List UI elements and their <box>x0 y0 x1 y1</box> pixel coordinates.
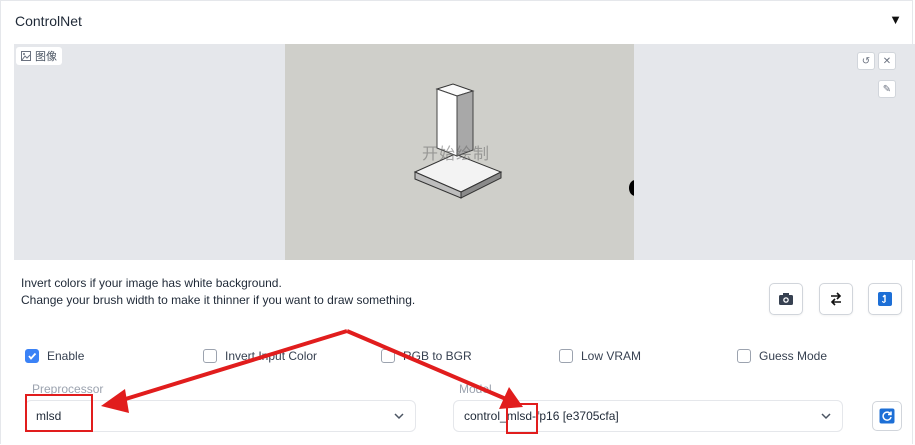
controlnet-panel: ControlNet ▼ 图像 开始绘制 ↺ ✕ ✎ Invert colors… <box>0 0 915 444</box>
invert-input-color-option[interactable]: Invert Input Color <box>203 349 317 363</box>
invert-input-color-checkbox[interactable] <box>203 349 217 363</box>
enable-option[interactable]: Enable <box>25 349 84 363</box>
enable-label: Enable <box>47 349 85 363</box>
clear-button[interactable]: ✕ <box>878 52 896 70</box>
invert-input-color-label: Invert Input Color <box>225 349 318 363</box>
webcam-button[interactable] <box>769 283 803 315</box>
info-line-1: Invert colors if your image has white ba… <box>21 276 282 290</box>
info-text: Invert colors if your image has white ba… <box>21 275 415 309</box>
rgb-to-bgr-option[interactable]: RGB to BGR <box>381 349 472 363</box>
image-icon <box>21 51 31 61</box>
chevron-down-icon <box>821 413 831 420</box>
low-vram-label: Low VRAM <box>581 349 642 363</box>
undo-button[interactable]: ↺ <box>857 52 875 70</box>
sketch-canvas[interactable]: 开始绘制 <box>285 44 634 260</box>
image-input-area[interactable]: 图像 开始绘制 ↺ ✕ ✎ <box>14 44 915 260</box>
refresh-models-button[interactable] <box>872 401 902 431</box>
rgb-to-bgr-checkbox[interactable] <box>381 349 395 363</box>
rgb-to-bgr-label: RGB to BGR <box>403 349 472 363</box>
guess-mode-label: Guess Mode <box>759 349 828 363</box>
image-label-text: 图像 <box>35 51 57 63</box>
close-icon: ✕ <box>882 55 892 67</box>
checkmark-icon <box>28 352 37 360</box>
low-vram-option[interactable]: Low VRAM <box>559 349 641 363</box>
model-value: control_mlsd-fp16 [e3705cfa] <box>464 409 619 423</box>
send-dimensions-button[interactable] <box>868 283 902 315</box>
canvas-overlay-text: 开始绘制 <box>422 146 491 163</box>
send-dimensions-icon <box>878 292 892 306</box>
refresh-icon <box>879 408 895 424</box>
mirror-webcam-button[interactable] <box>819 283 853 315</box>
undo-icon: ↺ <box>861 55 871 67</box>
annotation-box-model <box>506 403 538 434</box>
enable-checkbox[interactable] <box>25 349 39 363</box>
collapse-toggle-icon[interactable]: ▼ <box>889 12 902 27</box>
chevron-down-icon <box>394 413 404 420</box>
swap-icon <box>830 292 842 306</box>
low-vram-checkbox[interactable] <box>559 349 573 363</box>
image-label: 图像 <box>16 47 62 65</box>
info-line-2: Change your brush width to make it thinn… <box>21 293 416 307</box>
panel-title: ControlNet <box>15 13 82 29</box>
guess-mode-checkbox[interactable] <box>737 349 751 363</box>
model-label: Model <box>459 382 492 396</box>
guess-mode-option[interactable]: Guess Mode <box>737 349 827 363</box>
brush-button[interactable]: ✎ <box>878 80 896 98</box>
camera-icon <box>779 293 793 305</box>
annotation-box-preprocessor <box>25 394 93 432</box>
brush-cursor <box>629 180 634 196</box>
brush-icon: ✎ <box>882 83 892 95</box>
